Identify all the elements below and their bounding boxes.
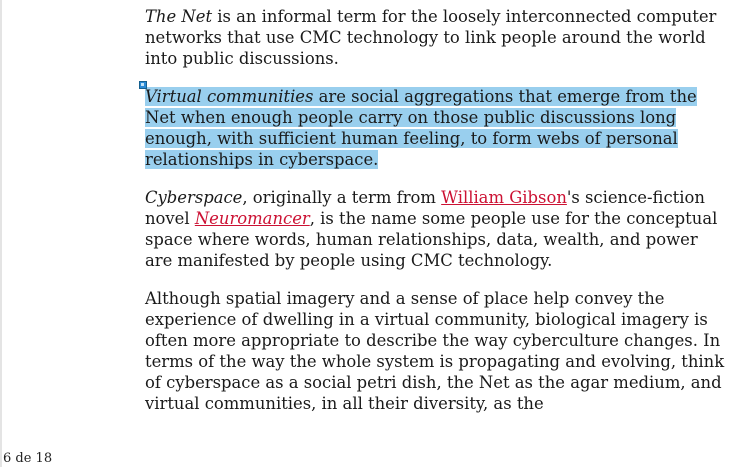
term-the-net: The Net — [145, 7, 213, 26]
term-virtual-communities: Virtual communities — [145, 87, 314, 106]
selection-handle-icon[interactable] — [139, 81, 147, 89]
paragraph-text: Although spatial imagery and a sense of … — [145, 289, 725, 413]
paragraph-text: is an informal term for the loosely inte… — [145, 7, 717, 68]
page-left-edge — [0, 0, 2, 467]
paragraph-cyberspace: Cyberspace, originally a term from Willi… — [145, 187, 725, 271]
paragraph-the-net: The Net is an informal term for the loos… — [145, 6, 725, 69]
paragraph-imagery: Although spatial imagery and a sense of … — [145, 288, 725, 414]
term-cyberspace: Cyberspace — [145, 188, 243, 207]
link-neuromancer-label: Neuromancer — [194, 209, 310, 228]
link-neuromancer[interactable]: Neuromancer — [195, 209, 310, 228]
paragraph-text: , originally a term from — [242, 188, 442, 207]
document-body[interactable]: The Net is an informal term for the loos… — [145, 6, 725, 431]
paragraph-virtual-communities: Virtual communities are social aggregati… — [145, 86, 725, 170]
text-selection[interactable]: Virtual communities are social aggregati… — [145, 87, 697, 169]
link-william-gibson[interactable]: William Gibson — [441, 188, 567, 207]
page-indicator: 6 de 18 — [3, 451, 53, 466]
